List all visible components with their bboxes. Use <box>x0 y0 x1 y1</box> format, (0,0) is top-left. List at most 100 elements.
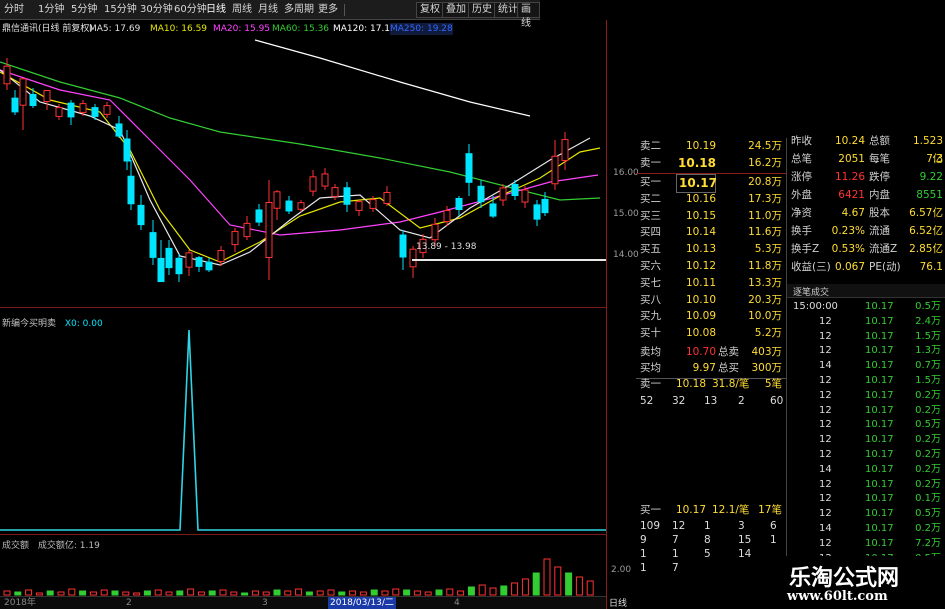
tick-row: 12 10.17 1.5万 <box>819 375 941 386</box>
candle-body <box>431 223 439 241</box>
candle-body <box>399 234 407 258</box>
period-tab-4[interactable]: 15分钟 <box>104 3 137 17</box>
candle-body <box>343 187 351 205</box>
sell-level-row[interactable]: 卖二 10.19 24.5万 <box>636 138 786 155</box>
chart-canvas[interactable] <box>0 20 606 609</box>
indicator-value: X0: 0.00 <box>64 319 103 329</box>
candle-body <box>231 230 239 246</box>
volume-bar <box>543 558 551 596</box>
volume-bar <box>241 592 249 596</box>
ma-lines-group <box>0 39 601 266</box>
stats-row: 换手 0.23% 流通 6.52亿 <box>791 225 943 237</box>
volume-bar <box>79 590 87 596</box>
candle-body <box>499 187 507 201</box>
volume-bar <box>100 589 108 596</box>
candle-body <box>165 247 173 269</box>
candle-body <box>11 97 19 113</box>
volume-bar <box>500 585 508 596</box>
buy-level-row[interactable]: 买三 10.15 11.0万 <box>636 208 786 225</box>
period-tab-6[interactable]: 60分钟 <box>174 3 207 17</box>
tick-header: 逐笔成交 <box>787 284 945 298</box>
volume-bar <box>143 590 151 596</box>
tick-row: 12 10.17 0.5万 <box>819 419 941 431</box>
ma120-line <box>254 39 531 117</box>
candle-body <box>255 209 263 223</box>
volume-bar <box>467 586 475 596</box>
period-tab-9[interactable]: 月线 <box>258 3 278 17</box>
tick-title: 逐笔成交 <box>793 288 830 298</box>
volume-bar <box>489 587 497 596</box>
ma20-line <box>0 69 599 236</box>
volume-bar <box>208 590 216 596</box>
volume-bar <box>35 592 43 596</box>
stats-row: 昨收 10.24 总额 1.523亿 <box>791 135 943 165</box>
volume-bar <box>424 591 432 596</box>
period-tab-3[interactable]: 5分钟 <box>71 3 97 17</box>
volume-bar <box>532 572 540 596</box>
volume-bar <box>338 591 346 596</box>
buy-level-row[interactable]: 买一 10.17 20.8万 <box>636 174 786 193</box>
buy-level-row[interactable]: 买二 10.16 17.3万 <box>636 191 786 208</box>
volume-bar <box>284 590 292 596</box>
buy-level-row[interactable]: 买六 10.12 11.8万 <box>636 258 786 275</box>
volume-bar <box>262 591 270 596</box>
candle-body <box>551 155 559 185</box>
volume-bar <box>370 589 378 596</box>
volume-bar-group <box>3 558 594 596</box>
volume-bar <box>197 591 205 596</box>
volume-bar <box>3 590 11 596</box>
candle-body <box>285 200 293 212</box>
date-label-4: 4 <box>454 598 460 608</box>
tick-row: 12 10.17 2.4万 <box>819 315 941 327</box>
buy-level-row[interactable]: 买五 10.13 5.3万 <box>636 241 786 258</box>
volume-bar <box>446 588 454 596</box>
buy-level-row[interactable]: 买八 10.10 20.3万 <box>636 292 786 309</box>
selected-date: 2018/03/13/二 <box>328 597 396 609</box>
draw-button[interactable]: 画线 <box>517 2 540 29</box>
volume-bar <box>586 580 594 596</box>
buy-average-row: 买均 9.97 总买 300万 <box>640 362 782 374</box>
candle-body <box>217 250 225 262</box>
candle-body <box>297 202 305 210</box>
period-tab-7[interactable]: 日线 <box>206 3 226 17</box>
period-tab-10[interactable]: 多周期 <box>284 3 314 17</box>
period-tab-11[interactable]: 更多 <box>318 3 338 17</box>
candle-body <box>79 103 87 113</box>
sell-queue-header: 卖一 10.18 31.8/笔 5笔 <box>640 378 782 390</box>
period-tab-1[interactable]: 分时 <box>4 3 24 17</box>
price-panel-divider <box>0 307 606 308</box>
volume-bar <box>511 582 519 596</box>
price-tick-1: 16.00 <box>613 168 639 178</box>
tick-row: 12 10.17 0.2万 <box>819 478 941 490</box>
indicator-name: 新编今买明卖 <box>2 319 57 329</box>
stats-row: 换手Z 0.53% 流通Z 2.85亿 <box>791 243 943 255</box>
volume-bar <box>413 590 421 596</box>
buy-level-row[interactable]: 买七 10.11 13.3万 <box>636 275 786 292</box>
volume-bar <box>154 589 162 596</box>
buy-level-row[interactable]: 买九 10.09 10.0万 <box>636 308 786 325</box>
period-tab-2[interactable]: 1分钟 <box>38 3 64 17</box>
daily-tab[interactable]: 日线 <box>609 596 627 609</box>
buy-level-row[interactable]: 买十 10.08 5.2万 <box>636 325 786 342</box>
sell-average-row: 卖均 10.70 总卖 403万 <box>640 346 782 358</box>
period-tab-8[interactable]: 周线 <box>232 3 252 17</box>
candle-body <box>55 107 63 117</box>
range-annotation: 13.89 - 13.98 <box>416 242 477 252</box>
candle-body <box>331 187 339 197</box>
volume-name: 成交额 <box>2 541 30 551</box>
volume-value: 成交额亿: 1.19 <box>37 541 100 551</box>
date-label-3: 3 <box>262 598 268 608</box>
period-tab-5[interactable]: 30分钟 <box>140 3 173 17</box>
volume-bar <box>565 572 573 596</box>
candle-body <box>19 78 27 106</box>
volume-bar <box>68 588 76 596</box>
volume-bar <box>25 589 33 596</box>
overlay-button[interactable]: 叠加 <box>442 2 470 18</box>
sell-level-row[interactable]: 卖一 10.18 16.2万 <box>636 155 786 172</box>
adjust-button[interactable]: 复权 <box>416 2 444 18</box>
tick-row: 12 10.17 0.1万 <box>819 493 941 505</box>
history-button[interactable]: 历史 <box>468 2 496 18</box>
date-label-2: 2 <box>126 598 132 608</box>
candle-body <box>115 123 123 137</box>
buy-level-row[interactable]: 买四 10.14 11.6万 <box>636 224 786 241</box>
